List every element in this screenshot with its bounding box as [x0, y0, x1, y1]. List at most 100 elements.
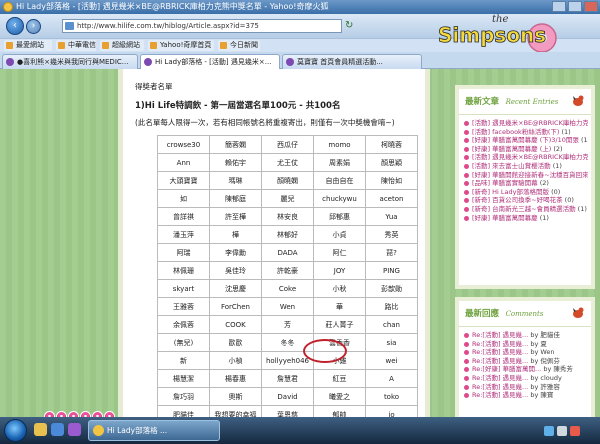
entry-link[interactable]: Re:[活動] 遇見幾... — [472, 383, 528, 391]
list-item[interactable]: [活動] 來去富士山賞櫻活動 (1) — [464, 162, 588, 171]
list-item[interactable]: [好康] 華膳富萬開幕慶 (上) (2) — [464, 145, 588, 154]
winner-cell: crowse30 — [157, 135, 210, 154]
list-item[interactable]: [品味] 華膳富實驗開幕 (2) — [464, 179, 588, 188]
forward-button[interactable]: › — [26, 19, 41, 34]
winner-cell: Coke — [261, 279, 314, 298]
winner-cell: 大頭寶寶 — [157, 171, 210, 190]
folder-icon[interactable] — [34, 423, 47, 436]
list-item[interactable]: Re:[好康] 華膳富萬開... by 陳秀芳 — [464, 365, 588, 374]
article-subtitle: 1)Hi Life特調飲 - 第一屆當選名單100元 - 共100名 — [135, 101, 341, 111]
volume-icon[interactable] — [557, 425, 567, 436]
list-item[interactable]: [活動] facebook粉絲活動(下) (1) — [464, 128, 588, 137]
entry-link[interactable]: [品味] 華膳富實驗開幕 — [472, 179, 538, 187]
favorite-link[interactable]: 超級網站 — [100, 40, 144, 51]
favorite-link[interactable]: 中華電信 — [56, 40, 96, 51]
browser-icon[interactable] — [51, 423, 64, 436]
entry-link[interactable]: Re:[好康] 華膳富萬開... — [472, 365, 541, 373]
url-text: http://www.hilife.com.tw/hiblog/Article.… — [77, 22, 259, 30]
winner-cell: 王雅蓉 — [157, 297, 210, 316]
list-item[interactable]: [活動] 遇見幾米×BE@RBRICK庫柏力克熊中獎名單 (7) — [464, 119, 588, 128]
winner-cell: 小秋 — [313, 279, 366, 298]
taskbar-window-label: Hi Lady部落格 ... — [107, 426, 168, 435]
list-item[interactable]: Re:[活動] 遇見幾... by 陳寶 — [464, 391, 588, 400]
winner-cell: 奧斯 — [209, 387, 262, 406]
entry-meta: by cloudy — [530, 373, 562, 382]
widget-title-en: Comments — [505, 310, 544, 318]
winner-cell: 葉恩慈 — [261, 405, 314, 417]
tab-1[interactable]: ●喜利熊×幾米與我同行與MEDIC... — [2, 54, 138, 69]
winner-cell: 楊春惠 — [209, 369, 262, 388]
list-item[interactable]: [活動] 遇見幾米×BE@RBRICK庫柏力克熊 (42) — [464, 153, 588, 162]
table-row: 王雅蓉 ForChen Wen 華路比 — [157, 297, 418, 316]
winner-cell: 西瓜仔 — [261, 135, 314, 154]
security-icon[interactable] — [570, 425, 580, 436]
favorite-link[interactable]: Yahoo!奇摩首頁 — [148, 40, 214, 51]
address-bar[interactable]: http://www.hilife.com.tw/hiblog/Article.… — [62, 19, 342, 33]
entry-meta: (0) — [551, 187, 561, 196]
list-item[interactable]: Re:[活動] 遇見幾... by Wen — [464, 348, 588, 357]
list-item[interactable]: [新奇] Hi Lady部落格開版 (0) — [464, 188, 588, 197]
list-item[interactable]: [好康] 華膳開館迎接新春~沈穩百貨回來 (4) — [464, 171, 588, 180]
entry-link[interactable]: Re:[活動] 遇見幾... — [472, 348, 528, 356]
table-row: 曾詳祺 許至樺 林安良 邱郁惠 Yua — [157, 207, 418, 226]
refresh-icon[interactable]: ↻ — [345, 20, 356, 31]
entry-link[interactable]: Re:[活動] 遇見幾... — [472, 374, 528, 382]
taskbar-window-button[interactable]: Hi Lady部落格 ... — [88, 420, 220, 441]
winner-cell: Yua — [365, 207, 418, 226]
article-panel: 得獎者名單 1)Hi Life特調飲 - 第一屆當選名單100元 - 共100名… — [118, 69, 430, 417]
entry-link[interactable]: [新奇] 台南新光三越~會員精選活動 — [472, 205, 576, 213]
entry-link[interactable]: [好康] 華膳富萬開幕慶 — [472, 214, 538, 222]
comments-widget: 最新回應 Comments Re:[活動] 遇見幾... by 肥貓佳 Re:[活… — [455, 297, 595, 417]
tab-active[interactable]: Hi Lady部落格 - [活動] 遇見幾米×... — [140, 54, 280, 69]
list-item[interactable]: Re:[活動] 遇見幾... by 許雅容 — [464, 383, 588, 392]
winner-cell: 郁帥 — [313, 405, 366, 417]
winner-cell: chan — [365, 315, 418, 334]
list-item[interactable]: [新奇] 台南新光三越~會員精選活動 (1) — [464, 205, 588, 214]
list-item[interactable]: Re:[活動] 遇見幾... by 倪佩芬 — [464, 357, 588, 366]
list-item[interactable]: Re:[活動] 遇見幾... by 肥貓佳 — [464, 331, 588, 340]
entry-meta: by 肥貓佳 — [530, 331, 560, 339]
entry-link[interactable]: [活動] 來去富士山賞櫻活動 — [472, 162, 551, 170]
entry-meta: by 許雅容 — [530, 382, 560, 391]
table-row: skyart 沈思慶 Coke 小秋 彭歆勛 — [157, 279, 418, 298]
entry-link[interactable]: [新奇] 百貨公司換季~好喝花茶 — [472, 196, 563, 204]
quick-launch — [34, 423, 81, 436]
entry-link[interactable]: Re:[活動] 遇見幾... — [472, 331, 528, 339]
maximize-button[interactable] — [568, 1, 582, 12]
entry-link[interactable]: Re:[活動] 遇見幾... — [472, 357, 528, 365]
entry-link[interactable]: [活動] facebook粉絲活動(下) — [472, 128, 559, 136]
list-item[interactable]: [好康] 華膳富萬開幕慶 (1) — [464, 214, 588, 223]
entry-meta: by 陳秀芳 — [543, 365, 573, 374]
list-item[interactable]: Re:[活動] 遇見幾... by cloudy — [464, 374, 588, 383]
system-tray — [540, 420, 600, 441]
start-button[interactable] — [4, 419, 27, 442]
winner-cell: 路比 — [365, 297, 418, 316]
entry-link[interactable]: [活動] 遇見幾米×BE@RBRICK庫柏力克熊中獎名單 — [472, 119, 588, 127]
entry-link[interactable]: [好康] 華膳富萬開幕慶 (下)3/10開張 — [472, 136, 579, 144]
entry-link[interactable]: Re:[活動] 遇見幾... — [472, 340, 528, 348]
list-item[interactable]: Re:[活動] 遇見幾... by 夏 — [464, 340, 588, 349]
entry-meta: by 夏 — [530, 339, 547, 348]
entry-link[interactable]: Re:[活動] 遇見幾... — [472, 391, 528, 399]
winner-cell: 曾詳祺 — [157, 207, 210, 226]
winner-cell: JOY — [313, 261, 366, 280]
tab-3[interactable]: 莫寶寶 首頁會員精選活動... — [282, 54, 422, 69]
close-button[interactable] — [584, 1, 598, 12]
entry-link[interactable]: [新奇] Hi Lady部落格開版 — [472, 188, 549, 196]
list-item[interactable]: [新奇] 百貨公司換季~好喝花茶 (0) — [464, 196, 588, 205]
winner-cell: 陳郁庭 — [209, 189, 262, 208]
network-icon[interactable] — [544, 425, 554, 436]
favorite-link[interactable]: 最愛網站 — [4, 40, 52, 51]
entry-link[interactable]: [好康] 華膳富萬開幕慶 (上) — [472, 145, 551, 153]
page-viewport[interactable]: 得獎者名單 1)Hi Life特調飲 - 第一屆當選名單100元 - 共100名… — [0, 69, 600, 417]
app-icon[interactable] — [68, 423, 81, 436]
back-button[interactable]: ‹ — [6, 17, 24, 35]
winner-cell: 華 — [313, 297, 366, 316]
article-heading: 得獎者名單 — [135, 82, 173, 91]
winner-cell: 芳 — [261, 315, 314, 334]
list-item[interactable]: [好康] 華膳富萬開幕慶 (下)3/10開張 (1) — [464, 136, 588, 145]
winner-cell: 詹巧羽 — [157, 387, 210, 406]
entry-link[interactable]: [活動] 遇見幾米×BE@RBRICK庫柏力克熊 — [472, 153, 588, 161]
entry-link[interactable]: [好康] 華膳開館迎接新春~沈穩百貨回來 — [472, 171, 588, 179]
favorite-link[interactable]: 今日新聞 — [218, 40, 260, 51]
